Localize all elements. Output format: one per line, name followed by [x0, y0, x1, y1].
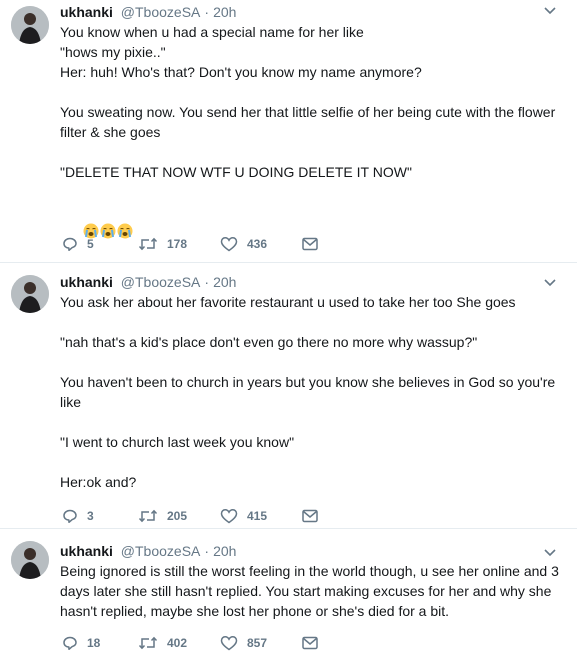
retweet-button[interactable]: 205	[138, 506, 187, 526]
retweet-icon	[138, 509, 158, 523]
tweet-line: You ask her about her favorite restauran…	[60, 294, 516, 310]
chevron-down-icon[interactable]	[542, 3, 558, 19]
avatar[interactable]	[11, 541, 49, 579]
reply-count: 5	[87, 237, 94, 251]
tweet-text: Being ignored is still the worst feeling…	[60, 561, 560, 621]
tweet[interactable]: ukhanki @TboozeSA · 20h You know when u ha…	[0, 0, 577, 262]
reply-count: 3	[87, 509, 94, 523]
timestamp[interactable]: 20h	[213, 4, 236, 20]
direct-message-button[interactable]	[302, 633, 318, 653]
tweet-text: You know when u had a special name for h…	[60, 22, 560, 260]
direct-message-button[interactable]	[302, 234, 318, 254]
like-count: 857	[247, 636, 268, 650]
retweet-icon	[138, 237, 158, 251]
reply-button[interactable]: 18	[62, 633, 100, 653]
retweet-count: 178	[167, 237, 188, 251]
tweet-line: Being ignored is still the worst feeling…	[60, 563, 563, 619]
like-button[interactable]: 415	[220, 506, 267, 526]
tweet-line: You haven't been to church in years but …	[60, 374, 560, 410]
reply-icon	[63, 237, 77, 252]
loudly-crying-face-icon	[117, 223, 133, 239]
direct-message-button[interactable]	[302, 506, 318, 526]
tweet-line: "nah that's a kid's place don't even go …	[60, 334, 478, 350]
avatar[interactable]	[11, 6, 49, 44]
user-handle[interactable]: @TboozeSA	[121, 4, 201, 20]
tweet-line	[60, 352, 560, 372]
tweet-line: "DELETE THAT NOW WTF U DOING DELETE IT N…	[60, 164, 412, 180]
tweet-line: Her: huh! Who's that? Don't you know my …	[60, 64, 422, 80]
heart-icon	[220, 636, 238, 651]
tweet-line: Her:ok and?	[60, 474, 137, 490]
timestamp[interactable]: 20h	[213, 274, 236, 290]
chevron-down-icon[interactable]	[542, 275, 558, 291]
tweet-header: ukhanki @TboozeSA · 20h	[60, 2, 236, 22]
like-count: 415	[247, 509, 268, 523]
reply-count: 18	[87, 636, 101, 650]
tweet-line	[60, 412, 560, 432]
tweet-text: You ask her about her favorite restauran…	[60, 292, 560, 492]
like-count: 436	[247, 237, 268, 251]
tweet-line: "hows my pixie.."	[60, 44, 166, 60]
reply-icon	[63, 509, 77, 524]
loudly-crying-face-icon	[100, 223, 116, 239]
retweet-button[interactable]: 402	[138, 633, 187, 653]
reply-button[interactable]: 5	[62, 234, 94, 254]
like-button[interactable]: 436	[220, 234, 267, 254]
heart-icon	[220, 509, 238, 524]
reply-button[interactable]: 3	[62, 506, 94, 526]
retweet-count: 402	[167, 636, 188, 650]
tweet-line: "I went to church last week you know"	[60, 434, 295, 450]
heart-icon	[220, 237, 238, 252]
retweet-count: 205	[167, 509, 188, 523]
tweet-line	[60, 452, 560, 472]
display-name[interactable]: ukhanki	[60, 543, 113, 559]
envelope-icon	[302, 509, 318, 523]
tweet[interactable]: ukhanki @TboozeSA · 20h You ask her about …	[0, 262, 577, 529]
chevron-down-icon[interactable]	[542, 545, 558, 561]
envelope-icon	[302, 237, 318, 251]
envelope-icon	[302, 636, 318, 650]
separator: ·	[204, 274, 210, 290]
timestamp[interactable]: 20h	[213, 543, 236, 559]
reply-icon	[63, 636, 77, 651]
tweet-line	[60, 312, 560, 332]
tweet-line: You sweating now. You send her that litt…	[60, 104, 560, 140]
retweet-icon	[138, 636, 158, 650]
separator: ·	[204, 543, 210, 559]
tweet-line	[60, 142, 560, 162]
user-handle[interactable]: @TboozeSA	[121, 274, 201, 290]
tweet-header: ukhanki @TboozeSA · 20h	[60, 272, 236, 292]
tweet-line	[60, 82, 560, 102]
tweet-header: ukhanki @TboozeSA · 20h	[60, 541, 236, 561]
separator: ·	[204, 4, 210, 20]
tweet[interactable]: ukhanki @TboozeSA · 20h Being ignored is s…	[0, 528, 577, 657]
tweet-line: You know when u had a special name for h…	[60, 24, 364, 40]
retweet-button[interactable]: 178	[138, 234, 187, 254]
user-handle[interactable]: @TboozeSA	[121, 543, 201, 559]
display-name[interactable]: ukhanki	[60, 4, 113, 20]
display-name[interactable]: ukhanki	[60, 274, 113, 290]
like-button[interactable]: 857	[220, 633, 267, 653]
avatar[interactable]	[11, 275, 49, 313]
tweet-line	[60, 182, 560, 202]
